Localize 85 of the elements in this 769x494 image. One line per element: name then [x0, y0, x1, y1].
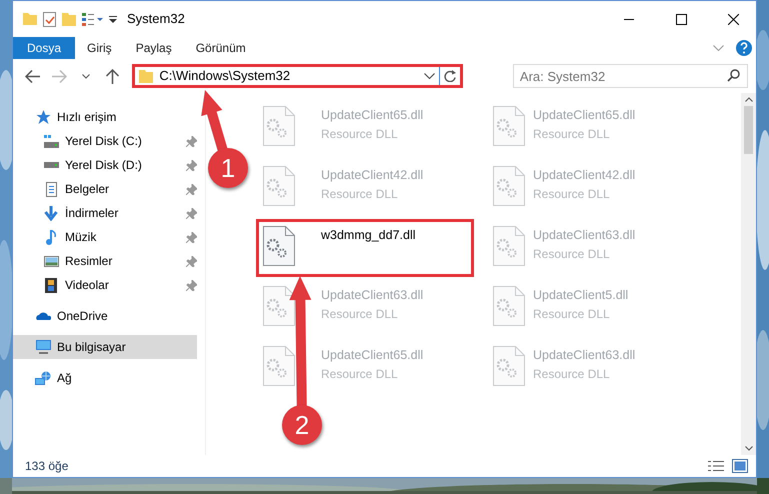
sidebar-item[interactable]: Videolar — [13, 273, 197, 297]
file-type: Resource DLL — [533, 366, 611, 383]
dll-file-icon — [263, 226, 295, 266]
file-type: Resource DLL — [321, 126, 399, 143]
forward-icon — [52, 70, 67, 82]
dll-file-icon — [493, 166, 525, 206]
sidebar-item[interactable]: Hızlı erişim — [13, 105, 197, 129]
image-icon — [44, 256, 58, 266]
file-name: UpdateClient63.dll — [533, 347, 636, 364]
minimize-icon — [624, 18, 634, 20]
file-name: UpdateClient65.dll — [533, 107, 636, 124]
computer-icon — [36, 340, 50, 354]
recent-locations-icon — [82, 74, 90, 78]
details-view-icon[interactable] — [708, 461, 724, 471]
file-name: UpdateClient42.dll — [321, 167, 424, 184]
dropdown-icon[interactable] — [424, 73, 435, 79]
file-name: UpdateClient63.dll — [533, 227, 636, 244]
item-count: 133 öğe — [25, 458, 70, 475]
address-path: C:\Windows\System32 — [159, 67, 292, 86]
dll-file-icon — [493, 226, 525, 266]
file-name: UpdateClient65.dll — [321, 107, 424, 124]
file-type: Resource DLL — [321, 186, 399, 203]
folder-icon — [139, 70, 154, 82]
search-field[interactable]: Ara: System32 — [512, 64, 748, 88]
dll-file-icon — [263, 106, 295, 146]
refresh-icon[interactable] — [444, 70, 456, 82]
scrollbar-thumb[interactable] — [744, 106, 753, 154]
ribbon-tab[interactable]: Dosya — [13, 37, 76, 59]
sidebar-item[interactable]: Müzik — [13, 225, 197, 249]
drive-icon — [44, 134, 58, 148]
file-item[interactable]: w3dmmg_dd7.dll — [256, 219, 474, 277]
cloud-icon — [36, 312, 50, 320]
address-bar[interactable]: C:\Windows\System32 — [132, 64, 463, 88]
sidebar-item[interactable]: Bu bilgisayar — [13, 335, 197, 359]
window-title: System32 — [127, 10, 185, 28]
dll-file-icon — [263, 166, 295, 206]
ribbon-tab[interactable]: Görünüm — [184, 37, 258, 59]
star-icon — [36, 110, 50, 124]
file-name: UpdateClient5.dll — [533, 287, 628, 304]
dll-file-icon — [493, 106, 525, 146]
drive-icon — [44, 162, 58, 168]
file-name: UpdateClient63.dll — [321, 287, 424, 304]
dll-file-icon — [493, 346, 525, 386]
dll-file-icon — [263, 346, 295, 386]
customize-icon[interactable] — [109, 16, 117, 22]
file-name: UpdateClient42.dll — [533, 167, 636, 184]
scrollbar[interactable] — [741, 93, 756, 455]
large-icons-view-icon[interactable] — [732, 459, 748, 473]
file-type: Resource DLL — [533, 246, 611, 263]
file-type: Resource DLL — [533, 306, 611, 323]
view-menu-icon[interactable] — [82, 12, 103, 26]
network-icon — [35, 371, 51, 385]
sidebar-item[interactable]: Yerel Disk (C:) — [13, 129, 197, 153]
sidebar-item[interactable]: Yerel Disk (D:) — [13, 153, 197, 177]
music-note-icon — [46, 230, 56, 244]
dll-file-icon — [493, 286, 525, 326]
file-type: Resource DLL — [533, 186, 611, 203]
dll-file-icon — [263, 286, 295, 326]
sidebar-item[interactable]: Belgeler — [13, 177, 197, 201]
back-icon — [24, 70, 40, 82]
file-type: Resource DLL — [321, 366, 399, 383]
ribbon-tab[interactable]: Paylaş — [124, 37, 184, 59]
file-type: Resource DLL — [321, 306, 399, 323]
document-icon — [46, 182, 56, 196]
sidebar-item[interactable]: OneDrive — [13, 304, 197, 328]
sidebar-item[interactable]: İndirmeler — [13, 201, 197, 225]
close-icon — [728, 14, 738, 24]
file-name: UpdateClient65.dll — [321, 347, 424, 364]
up-icon — [106, 68, 120, 84]
folder-icon — [23, 13, 37, 25]
film-icon — [45, 278, 57, 292]
ribbon-tab[interactable]: Giriş — [75, 37, 124, 59]
file-name: w3dmmg_dd7.dll — [321, 227, 416, 244]
maximize-icon — [676, 14, 686, 24]
search-icon — [727, 69, 740, 82]
file-type: Resource DLL — [533, 126, 611, 143]
expand-ribbon-icon[interactable] — [713, 45, 724, 51]
sidebar-item[interactable]: Ağ — [13, 366, 197, 390]
scroll-up-icon — [744, 97, 752, 102]
properties-icon[interactable] — [43, 12, 56, 26]
sidebar-item[interactable]: Resimler — [13, 249, 197, 273]
annotation-arrow — [201, 90, 228, 152]
download-icon — [44, 206, 58, 220]
help-icon[interactable] — [736, 40, 752, 56]
scroll-down-icon — [744, 446, 752, 451]
